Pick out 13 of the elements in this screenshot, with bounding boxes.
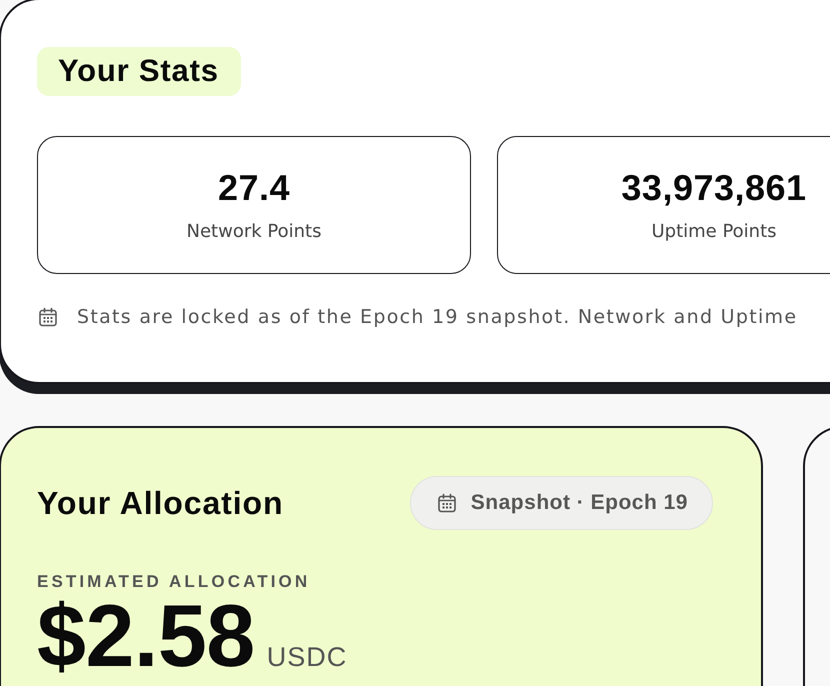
- note-text: Stats are locked as of the Epoch 19 snapshot. Network and Uptime: [77, 305, 798, 329]
- section-title: Your Allocation: [37, 485, 284, 521]
- snapshot-text: Snapshot · Epoch 19: [470, 491, 688, 515]
- allocation-amount: $2.58: [37, 592, 255, 680]
- calendar-icon: [38, 307, 58, 327]
- stat-label: Network Points: [186, 220, 322, 244]
- stat-label: Uptime Points: [651, 220, 777, 244]
- allocation-label: ESTIMATED ALLOCATION: [37, 572, 310, 592]
- calendar-icon: [436, 493, 457, 513]
- currency-label: USDC: [266, 642, 348, 673]
- section-title: Your Stats: [37, 47, 241, 96]
- stat-value: 27.4: [218, 168, 290, 208]
- stat-value: 33,973,861: [621, 168, 807, 208]
